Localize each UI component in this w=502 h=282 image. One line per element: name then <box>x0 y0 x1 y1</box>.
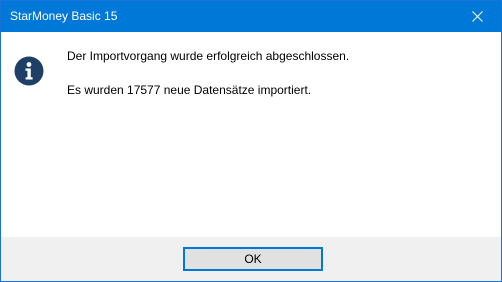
ok-button[interactable]: OK <box>183 247 323 271</box>
info-icon <box>14 56 44 86</box>
close-button[interactable] <box>455 1 501 32</box>
dialog-content: Der Importvorgang wurde erfolgreich abge… <box>1 32 501 237</box>
close-icon <box>472 11 483 22</box>
message-line-2: Es wurden 17577 neue Datensätze importie… <box>67 83 312 97</box>
message-dialog: StarMoney Basic 15 Der Importvorgang wur… <box>0 0 502 282</box>
message-line-1: Der Importvorgang wurde erfolgreich abge… <box>67 49 350 63</box>
title-bar[interactable]: StarMoney Basic 15 <box>1 1 501 32</box>
window-title: StarMoney Basic 15 <box>10 9 118 23</box>
button-bar: OK <box>1 237 501 281</box>
